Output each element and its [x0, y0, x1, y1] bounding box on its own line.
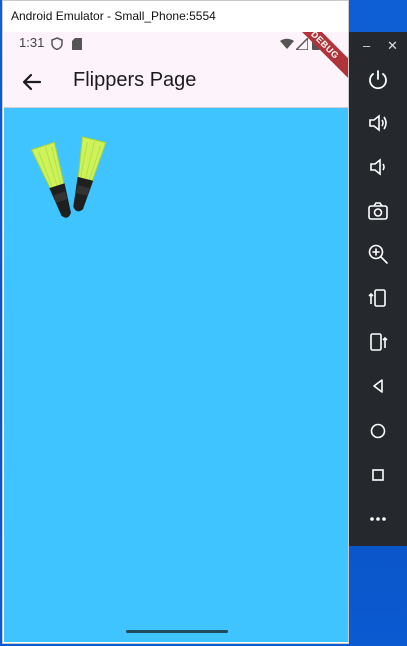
status-bar: 1:31: [4, 32, 348, 56]
window-title: Android Emulator - Small_Phone:5554: [11, 9, 216, 23]
minimize-button[interactable]: –: [363, 38, 370, 53]
phone-screen[interactable]: 1:31 Flippers Page DEBUG: [4, 32, 348, 642]
power-icon[interactable]: [366, 68, 390, 92]
home-icon[interactable]: [366, 419, 390, 443]
shield-icon: [51, 37, 63, 55]
close-button[interactable]: ✕: [387, 38, 398, 54]
wifi-icon: [280, 37, 294, 55]
volume-up-icon[interactable]: [366, 111, 390, 135]
left-flipper: [30, 141, 71, 218]
back-icon[interactable]: [366, 374, 390, 398]
rotate-left-icon[interactable]: [366, 286, 390, 310]
right-flipper: [73, 136, 107, 212]
overview-icon[interactable]: [366, 463, 390, 487]
emulator-toolbar: – ✕: [349, 32, 407, 546]
signal-icon: [294, 36, 309, 55]
rotate-right-icon[interactable]: [366, 330, 390, 354]
window-title-bar[interactable]: Android Emulator - Small_Phone:5554: [3, 1, 348, 32]
back-arrow-icon[interactable]: [18, 68, 46, 96]
volume-down-icon[interactable]: [366, 155, 390, 179]
status-time: 1:31: [19, 35, 45, 50]
home-gesture-bar[interactable]: [126, 630, 228, 633]
camera-icon[interactable]: [366, 199, 390, 223]
app-bar: Flippers Page: [4, 56, 348, 108]
emulator-window: Android Emulator - Small_Phone:5554 1:31: [2, 0, 349, 644]
flippers-image: [26, 136, 112, 226]
zoom-icon[interactable]: [366, 242, 390, 266]
more-icon[interactable]: [366, 507, 390, 531]
page-title: Flippers Page: [73, 69, 197, 91]
sd-card-icon: [72, 37, 82, 55]
